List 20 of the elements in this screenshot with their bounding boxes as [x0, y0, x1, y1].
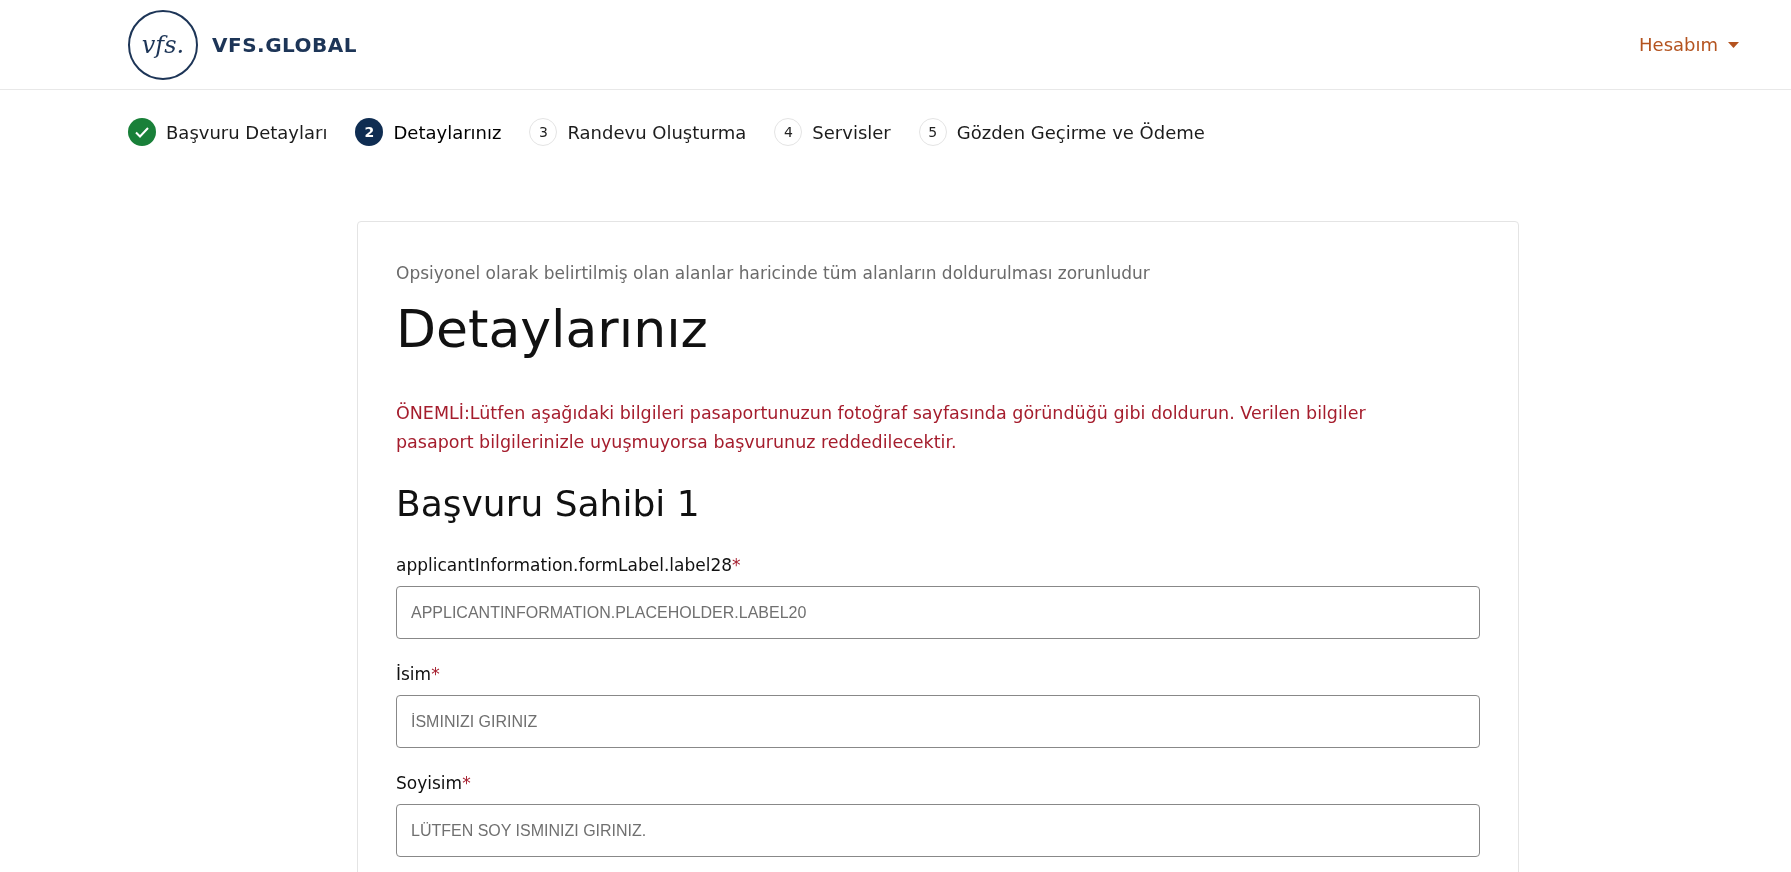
input-field[interactable]: LÜTFEN SOY ISMINIZI GIRINIZ.	[396, 804, 1480, 857]
step-label: Detaylarınız	[393, 121, 502, 143]
step-label: Servisler	[812, 121, 891, 143]
step-label: Gözden Geçirme ve Ödeme	[956, 121, 1205, 143]
input-field[interactable]: APPLICANTINFORMATION.PLACEHOLDER.LABEL20	[396, 586, 1480, 639]
section-title: Başvuru Sahibi 1	[396, 483, 701, 524]
field-label: applicantInformation.formLabel.label28*	[396, 555, 742, 575]
required-note: Opsiyonel olarak belirtilmiş olan alanlar haricinde tüm alanların doldurulması zorunludur	[396, 263, 1151, 283]
page-title: Detaylarınız	[396, 299, 709, 359]
input-field[interactable]: İSMINIZI GIRINIZ	[396, 695, 1480, 748]
warning-text: ÖNEMLİ:Lütfen aşağıdaki bilgileri pasaportunuzun fotoğraf sayfasında göründüğü gibi doldurun. Verilen bilgiler pasaport bilgilerinizle uyuşmuyorsa başvurunuz reddedilecektir.	[396, 401, 1367, 454]
field-label: İsim*	[396, 664, 441, 684]
caret-icon	[1728, 41, 1739, 48]
logo-wordmark[interactable]: VFS.GLOBAL	[212, 32, 358, 57]
step-label: Başvuru Detayları	[166, 121, 328, 143]
step-label: Randevu Oluşturma	[567, 121, 747, 143]
account-menu[interactable]: Hesabım	[1633, 33, 1745, 56]
logo-emblem[interactable]: vfs.	[128, 9, 198, 80]
field-label: Soyisim*	[396, 773, 472, 793]
step-number: 2	[355, 118, 384, 146]
